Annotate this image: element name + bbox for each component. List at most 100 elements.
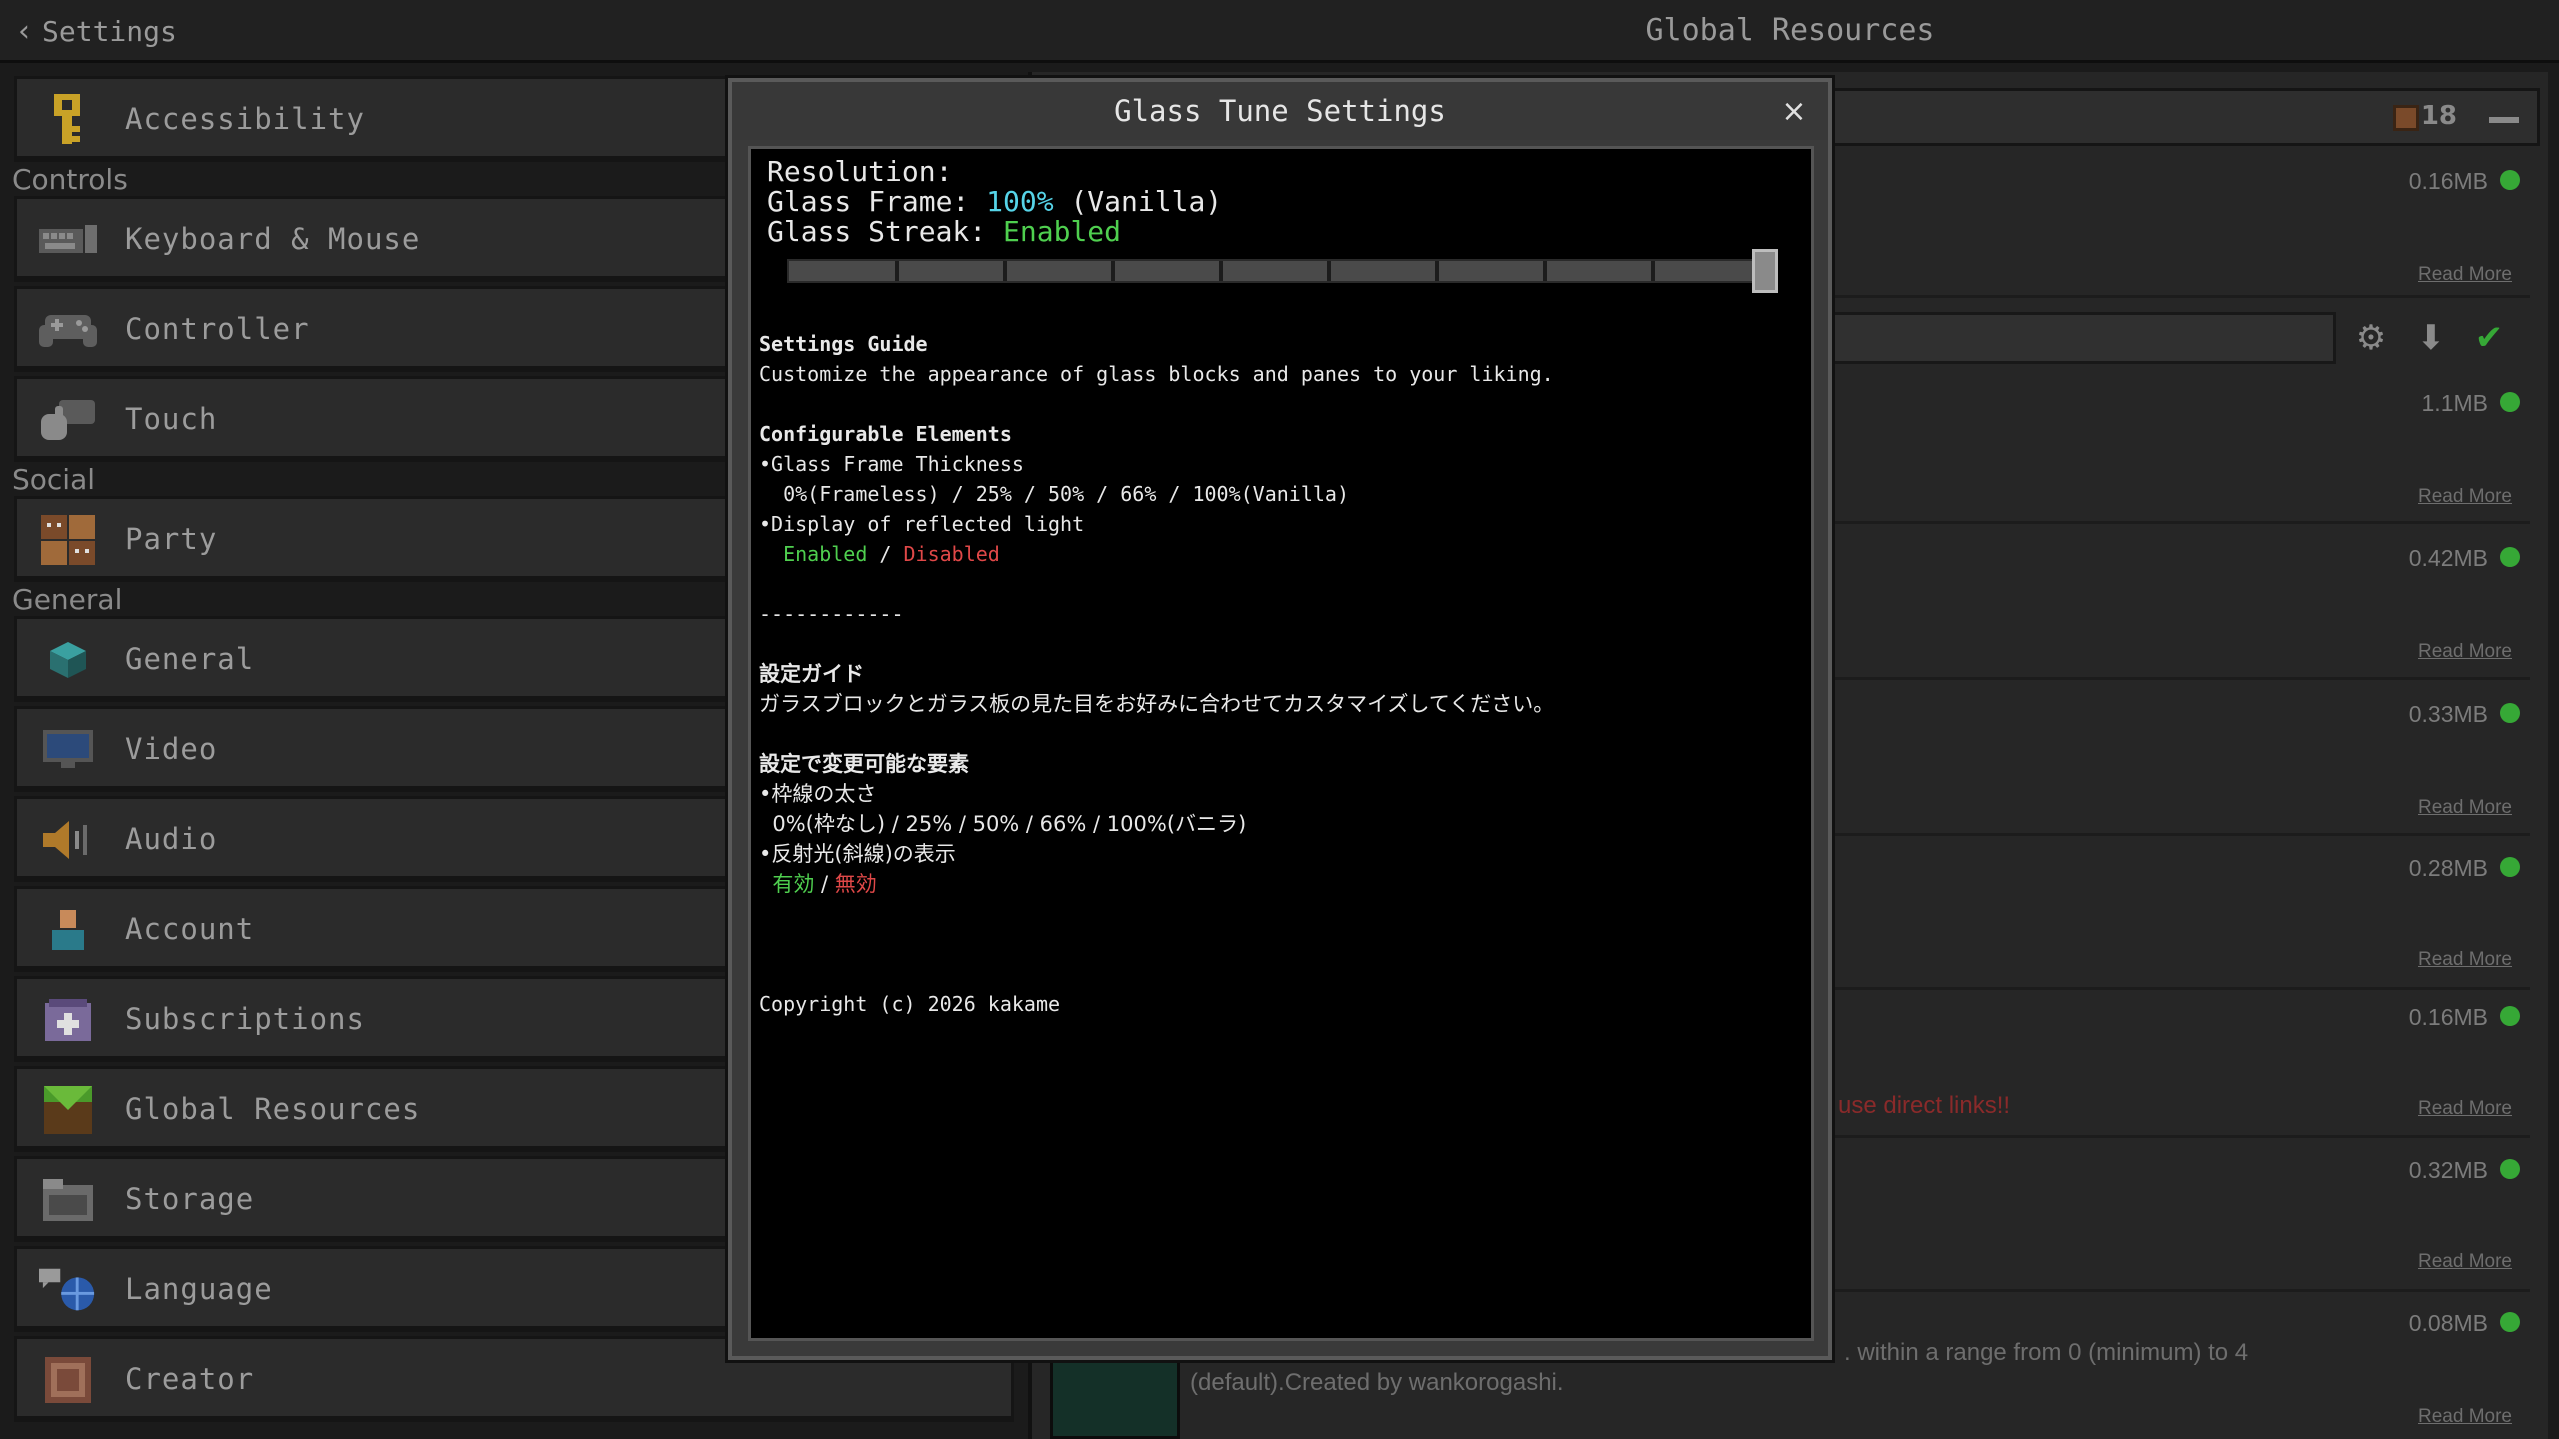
slider-tick: [1543, 261, 1547, 281]
resolution-label: Resolution:: [767, 155, 953, 188]
dialog-content: Resolution: Glass Frame: 100% (Vanilla) …: [748, 146, 1814, 1341]
chevron-left-icon: ‹: [18, 13, 30, 49]
copyright: Copyright (c) 2026 kakame: [759, 992, 1061, 1016]
creator-icon: [39, 1353, 97, 1407]
party-icon: [39, 513, 97, 567]
read-more-link[interactable]: Read More: [2418, 1406, 2512, 1428]
guide-text: Customize the appearance of glass blocks…: [759, 362, 1554, 386]
jp-element-frame-options: 0%(枠なし) / 25% / 50% / 66% / 100%(バニラ): [759, 812, 1247, 836]
sidebar-item-label: Accessibility: [125, 102, 365, 136]
sidebar-item-label: Creator: [125, 1362, 255, 1396]
dialog-title: Glass Tune Settings: [732, 82, 1828, 140]
top-bar: ‹ Settings Global Resources: [0, 0, 2559, 63]
arrow-down-icon[interactable]: ⬇: [2405, 312, 2457, 364]
status-dot-icon: [2500, 392, 2520, 412]
collapse-icon[interactable]: [2489, 117, 2519, 123]
read-more-link[interactable]: Read More: [2418, 949, 2512, 971]
list-item[interactable]: 0.32MB Read More: [1810, 1141, 2530, 1292]
slider-tick: [895, 261, 899, 281]
hand-icon: [39, 393, 97, 447]
folder-icon: [39, 1173, 97, 1227]
status-dot-icon: [2500, 1006, 2520, 1026]
option-enabled: Enabled: [783, 542, 868, 566]
file-size: 0.08MB: [2408, 1310, 2488, 1336]
list-item[interactable]: 0.16MB Read More: [1810, 150, 2530, 298]
close-icon[interactable]: ×: [1774, 92, 1814, 132]
resource-search-bar[interactable]: [1790, 312, 2336, 364]
key-icon: [39, 93, 97, 147]
pack-thumbnail: [1050, 1356, 1180, 1439]
read-more-link[interactable]: Read More: [2418, 1251, 2512, 1273]
guide-en: Settings Guide Customize the appearance …: [759, 329, 1554, 629]
streak-value: Enabled: [1003, 215, 1122, 248]
monitor-icon: [39, 723, 97, 777]
slider-tick: [1219, 261, 1223, 281]
list-item[interactable]: 0.33MB Read More: [1810, 683, 2530, 836]
page-title: Global Resources: [1645, 13, 1935, 48]
slider-tick: [1435, 261, 1439, 281]
resolution-slider[interactable]: [787, 249, 1778, 293]
streak-label: Glass Streak:: [767, 215, 1004, 248]
cube-icon: [39, 633, 97, 687]
plus-box-icon: [39, 993, 97, 1047]
speaker-icon: [39, 813, 97, 867]
jp-elements-title: 設定で変更可能な要素: [759, 752, 969, 776]
sidebar-item-label: Language: [125, 1272, 273, 1306]
gamepad-icon: [39, 303, 97, 357]
list-item[interactable]: 0.42MB Read More: [1810, 527, 2530, 680]
file-size: 1.1MB: [2421, 390, 2488, 416]
read-more-link[interactable]: Read More: [2418, 264, 2512, 286]
resolution-readout: Resolution: Glass Frame: 100% (Vanilla) …: [767, 157, 1222, 247]
back-button[interactable]: ‹ Settings: [18, 10, 177, 52]
resource-actions: ⚙ ⬇ ✔: [2345, 312, 2525, 364]
file-size: 0.32MB: [2408, 1157, 2488, 1183]
gear-icon[interactable]: ⚙: [2345, 312, 2397, 364]
glass-frame-line: Glass Frame: 100% (Vanilla): [767, 187, 1222, 217]
frame-label: Glass Frame:: [767, 185, 987, 218]
back-label: Settings: [42, 14, 177, 48]
file-size: 0.16MB: [2408, 168, 2488, 194]
option-separator: /: [867, 542, 904, 566]
sidebar-item-label: Account: [125, 912, 255, 946]
sidebar-item-label: Party: [125, 522, 218, 556]
guide-jp: 設定ガイド ガラスブロックとガラス板の見た目をお好みに合わせてカスタマイズしてく…: [759, 659, 1554, 899]
section-header-controls: Controls: [12, 163, 128, 196]
read-more-link[interactable]: Read More: [2418, 1098, 2512, 1120]
checkmark-icon[interactable]: ✔: [2463, 312, 2515, 364]
sidebar-item-label: Video: [125, 732, 218, 766]
jp-guide-text: ガラスブロックとガラス板の見た目をお好みに合わせてカスタマイズしてください。: [759, 692, 1555, 716]
read-more-link[interactable]: Read More: [2418, 641, 2512, 663]
chest-icon: [2393, 105, 2419, 131]
element-frame: •Glass Frame Thickness: [759, 452, 1024, 476]
glass-tune-settings-dialog: Glass Tune Settings × Resolution: Glass …: [728, 78, 1832, 1360]
jp-option-enabled: 有効: [772, 872, 815, 896]
sidebar-item-label: Keyboard & Mouse: [125, 222, 421, 256]
option-disabled: Disabled: [903, 542, 1000, 566]
slider-handle[interactable]: [1752, 249, 1778, 293]
jp-element-light: •反射光(斜線)の表示: [759, 842, 956, 866]
status-dot-icon: [2500, 547, 2520, 567]
sidebar-item-label: Storage: [125, 1182, 255, 1216]
pack-count: 18: [2420, 101, 2457, 131]
elements-title: Configurable Elements: [759, 422, 1012, 446]
read-more-link[interactable]: Read More: [2418, 797, 2512, 819]
slider-tick: [1003, 261, 1007, 281]
sidebar-item-label: Touch: [125, 402, 218, 436]
user-icon: [39, 903, 97, 957]
list-item[interactable]: 1.1MB Read More: [1810, 370, 2530, 524]
file-size: 0.16MB: [2408, 1004, 2488, 1030]
divider: ------------: [759, 602, 904, 626]
grass-block-icon: [39, 1083, 97, 1137]
section-header-general: General: [12, 583, 123, 616]
file-size: 0.42MB: [2408, 545, 2488, 571]
status-dot-icon: [2500, 170, 2520, 190]
frame-suffix: (Vanilla): [1053, 185, 1223, 218]
file-size: 0.28MB: [2408, 855, 2488, 881]
jp-element-frame: •枠線の太さ: [759, 782, 877, 806]
read-more-link[interactable]: Read More: [2418, 486, 2512, 508]
section-header-social: Social: [12, 463, 96, 496]
jp-option-separator: /: [814, 872, 835, 896]
sidebar-item-label: General: [125, 642, 255, 676]
list-item[interactable]: 0.28MB Read More: [1810, 837, 2530, 990]
file-size: 0.33MB: [2408, 701, 2488, 727]
